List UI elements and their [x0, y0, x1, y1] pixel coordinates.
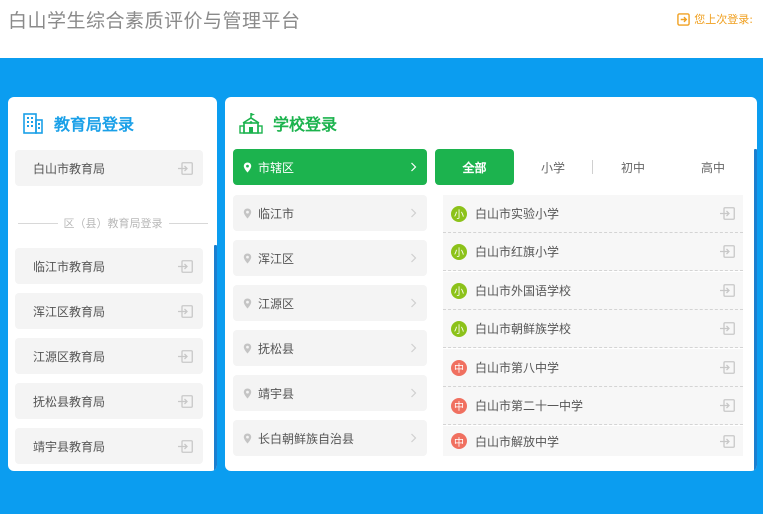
- district-bureau-divider: 区（县）教育局登录: [18, 215, 208, 231]
- location-pin-icon: [243, 388, 252, 398]
- bureau-item-label: 临江市教育局: [33, 259, 106, 274]
- school-item[interactable]: 小 白山市外国语学校: [443, 272, 743, 310]
- district-label: 长白朝鲜族自治县: [258, 431, 355, 446]
- bureau-item-label: 浑江区教育局: [33, 304, 106, 319]
- tab-senior[interactable]: 高中: [673, 149, 753, 185]
- school-label: 白山市朝鲜族学校: [475, 322, 572, 336]
- tab-primary[interactable]: 小学: [514, 149, 592, 185]
- middle-school-badge: 中: [451, 397, 467, 414]
- district-item[interactable]: 浑江区: [233, 240, 427, 276]
- last-login-link[interactable]: 您上次登录:: [677, 11, 753, 27]
- enter-icon: [178, 259, 193, 273]
- location-pin-icon: [243, 162, 252, 172]
- enter-icon: [720, 245, 735, 258]
- location-pin-icon: [243, 208, 252, 218]
- school-label: 白山市红旗小学: [475, 245, 560, 259]
- enter-icon: [720, 399, 735, 412]
- primary-school-badge: 小: [451, 282, 467, 299]
- enter-icon: [178, 394, 193, 408]
- bureau-item[interactable]: 抚松县教育局: [15, 383, 203, 419]
- chevron-right-icon: [411, 208, 417, 218]
- bureau-item[interactable]: 临江市教育局: [15, 248, 203, 284]
- app-title: 白山学生综合素质评价与管理平台: [8, 10, 301, 32]
- school-building-icon: [239, 113, 263, 134]
- chevron-right-icon: [411, 343, 417, 353]
- primary-school-badge: 小: [451, 205, 467, 222]
- school-item[interactable]: 小 白山市朝鲜族学校: [443, 310, 743, 348]
- district-label: 靖宇县: [258, 386, 295, 401]
- bureau-item[interactable]: 浑江区教育局: [15, 293, 203, 329]
- building-icon: [23, 113, 43, 134]
- enter-icon: [178, 439, 193, 453]
- district-item[interactable]: 抚松县: [233, 330, 427, 366]
- school-label: 白山市实验小学: [475, 207, 560, 221]
- enter-icon: [178, 161, 193, 175]
- school-item[interactable]: 中 白山市解放中学: [443, 426, 743, 456]
- district-label: 江源区: [258, 296, 295, 311]
- school-item[interactable]: 小 白山市实验小学: [443, 195, 743, 233]
- login-arrow-icon: [677, 12, 691, 26]
- location-pin-icon: [243, 253, 252, 263]
- divider-label: 区（县）教育局登录: [63, 217, 163, 230]
- bureau-panel-title: 教育局登录: [54, 115, 135, 134]
- bureau-item-label: 白山市教育局: [33, 161, 106, 176]
- school-list-scrollbar[interactable]: [754, 149, 757, 471]
- school-item[interactable]: 中 白山市第八中学: [443, 349, 743, 387]
- school-label: 白山市第二十一中学: [475, 399, 584, 413]
- district-label: 抚松县: [258, 341, 295, 356]
- enter-icon: [720, 361, 735, 374]
- district-label: 浑江区: [258, 251, 295, 266]
- page-header: 白山学生综合素质评价与管理平台 您上次登录:: [0, 0, 763, 58]
- location-pin-icon: [243, 343, 252, 353]
- school-type-tabs: 全部 小学 初中 高中: [435, 149, 755, 185]
- bureau-item[interactable]: 江源区教育局: [15, 338, 203, 374]
- school-item[interactable]: 中 白山市第二十一中学: [443, 387, 743, 425]
- school-item[interactable]: 小 白山市红旗小学: [443, 233, 743, 271]
- enter-icon: [178, 349, 193, 363]
- bureau-item-city[interactable]: 白山市教育局: [15, 150, 203, 186]
- tab-junior[interactable]: 初中: [593, 149, 673, 185]
- location-pin-icon: [243, 298, 252, 308]
- bureau-panel-header: 教育局登录: [22, 111, 134, 135]
- middle-school-badge: 中: [451, 433, 467, 449]
- district-item[interactable]: 临江市: [233, 195, 427, 231]
- bureau-item-label: 抚松县教育局: [33, 394, 106, 409]
- enter-icon: [178, 304, 193, 318]
- bureau-login-panel: 教育局登录 白山市教育局 区（县）教育局登录 临江市教育局 浑江区教育局 江源区…: [8, 97, 217, 471]
- district-label: 临江市: [258, 206, 295, 221]
- bureau-item[interactable]: 靖宇县教育局: [15, 428, 203, 464]
- middle-school-badge: 中: [451, 359, 467, 376]
- enter-icon: [720, 434, 735, 448]
- chevron-right-icon: [411, 433, 417, 443]
- district-item[interactable]: 长白朝鲜族自治县: [233, 420, 427, 456]
- last-login-label: 您上次登录:: [694, 13, 753, 26]
- primary-school-badge: 小: [451, 320, 467, 337]
- district-label: 市辖区: [258, 160, 295, 175]
- chevron-right-icon: [411, 298, 417, 308]
- school-label: 白山市外国语学校: [475, 284, 572, 298]
- school-label: 白山市第八中学: [475, 361, 560, 375]
- school-panel-title: 学校登录: [273, 115, 338, 134]
- bureau-item-label: 靖宇县教育局: [33, 439, 106, 454]
- chevron-right-icon: [411, 388, 417, 398]
- school-login-panel: 学校登录 市辖区 临江市 浑江区 江源区 抚松县 靖宇县 长白朝鲜族自治县 全部…: [225, 97, 757, 471]
- location-pin-icon: [243, 433, 252, 443]
- chevron-right-icon: [411, 162, 417, 172]
- school-label: 白山市解放中学: [475, 434, 560, 449]
- bureau-list-scrollbar[interactable]: [214, 245, 217, 471]
- enter-icon: [720, 322, 735, 335]
- school-panel-header: 学校登录: [239, 111, 337, 135]
- bureau-item-label: 江源区教育局: [33, 349, 106, 364]
- enter-icon: [720, 284, 735, 297]
- district-item[interactable]: 江源区: [233, 285, 427, 321]
- enter-icon: [720, 207, 735, 220]
- primary-school-badge: 小: [451, 243, 467, 260]
- district-item[interactable]: 靖宇县: [233, 375, 427, 411]
- chevron-right-icon: [411, 253, 417, 263]
- district-item[interactable]: 市辖区: [233, 149, 427, 185]
- tab-all[interactable]: 全部: [435, 149, 514, 185]
